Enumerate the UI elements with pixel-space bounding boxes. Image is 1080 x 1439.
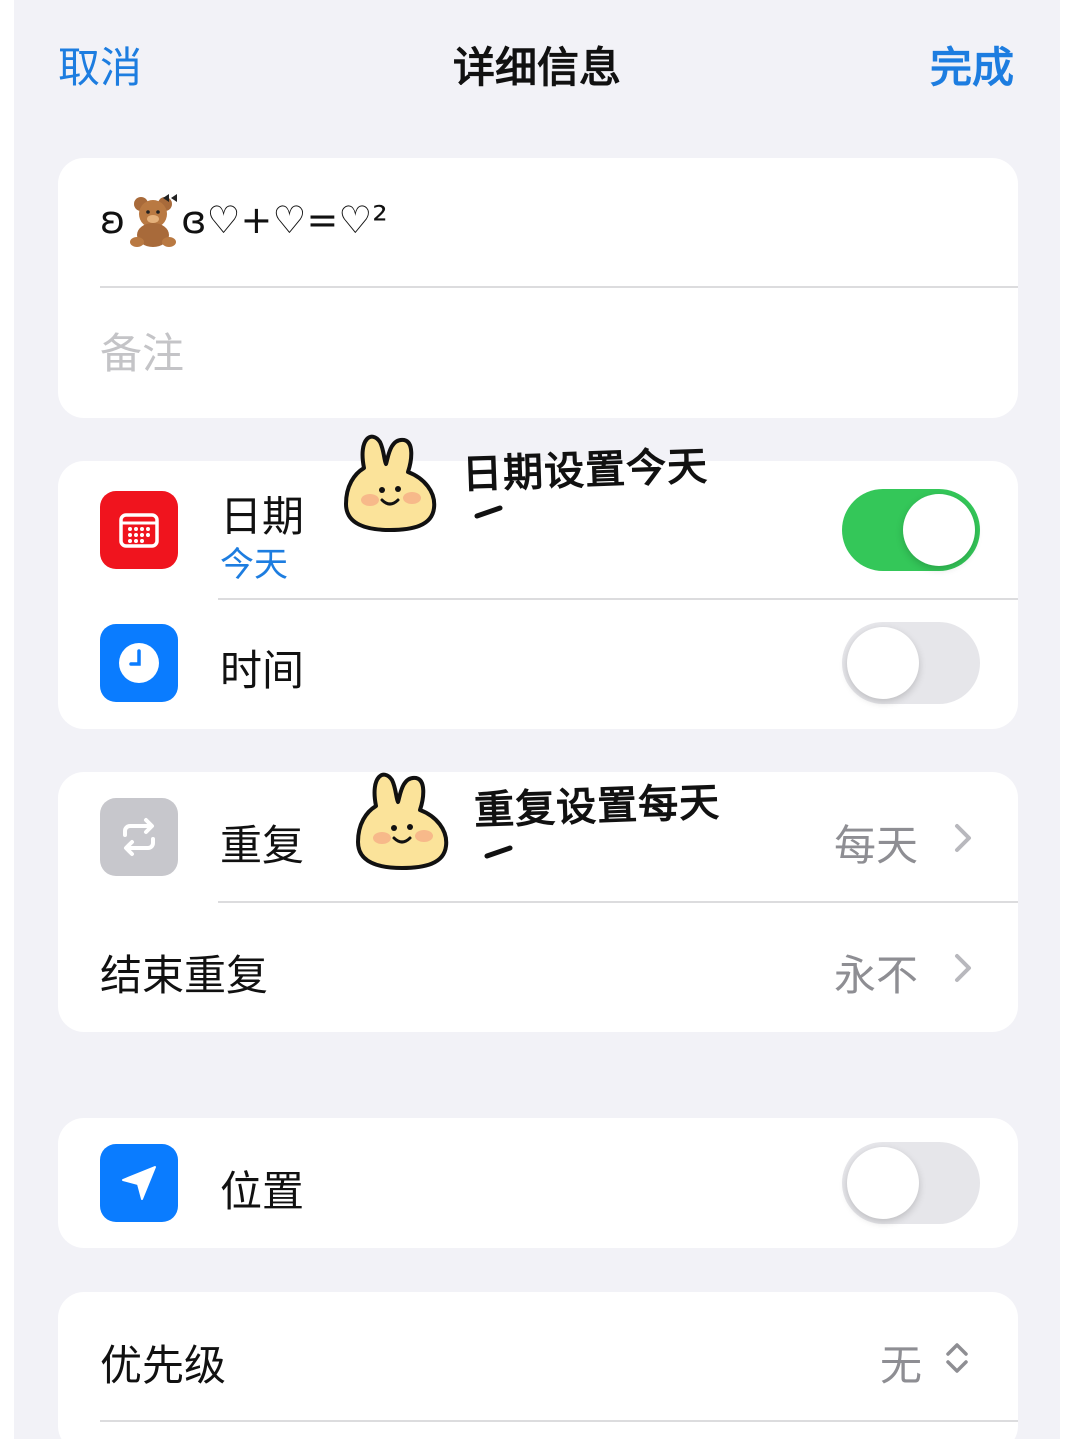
priority-label: 优先级 [100,1341,227,1390]
details-sheet: 取消 详细信息 完成 ʚ ɞ♡+♡=♡² 备注 日期 今天 时间 重复 每天 结… [14,0,1060,1439]
repeat-label: 重复 [220,821,305,870]
title-text-prefix: ʚ [100,198,126,242]
nav-bar: 取消 详细信息 完成 [14,0,1060,120]
date-annotation: 日期设置今天 [461,443,709,499]
page-title: 详细信息 [452,43,621,92]
teddy-bear-emoji-icon [130,194,178,247]
location-toggle[interactable] [842,1142,980,1224]
date-label: 日期 [220,492,305,541]
title-text-suffix: ɞ♡+♡=♡² [181,198,388,242]
title-field[interactable]: ʚ ɞ♡+♡=♡² [100,192,388,248]
date-time-card: 日期 今天 时间 [58,461,1018,729]
repeat-annotation: 重复设置每天 [473,779,721,835]
location-card: 位置 [58,1118,1018,1248]
divider [218,598,1018,600]
date-value: 今天 [220,545,288,585]
time-toggle[interactable] [842,622,980,704]
done-button[interactable]: 完成 [930,34,1014,95]
calendar-icon [100,491,178,569]
location-arrow-icon [100,1144,178,1222]
repeat-value: 每天 [834,821,919,870]
title-notes-card: ʚ ɞ♡+♡=♡² 备注 [58,158,1018,418]
priority-card: 优先级 无 [58,1292,1018,1439]
end-repeat-value: 永不 [834,951,919,1000]
chevron-right-icon [955,824,971,852]
bunny-sticker-icon [344,434,437,532]
bunny-sticker-icon [356,772,449,870]
divider [218,901,1018,903]
date-toggle[interactable] [842,489,980,571]
dash-mark [474,505,503,519]
divider [100,1420,1018,1422]
repeat-icon [100,798,178,876]
clock-icon [100,624,178,702]
dash-mark [484,845,513,859]
end-repeat-label: 结束重复 [100,951,269,1000]
location-label: 位置 [220,1167,305,1216]
divider [100,286,1018,288]
priority-value: 无 [880,1341,923,1390]
notes-field[interactable]: 备注 [100,320,184,381]
chevron-up-down-icon [946,1343,968,1373]
time-label: 时间 [220,646,305,695]
chevron-right-icon [955,954,971,982]
